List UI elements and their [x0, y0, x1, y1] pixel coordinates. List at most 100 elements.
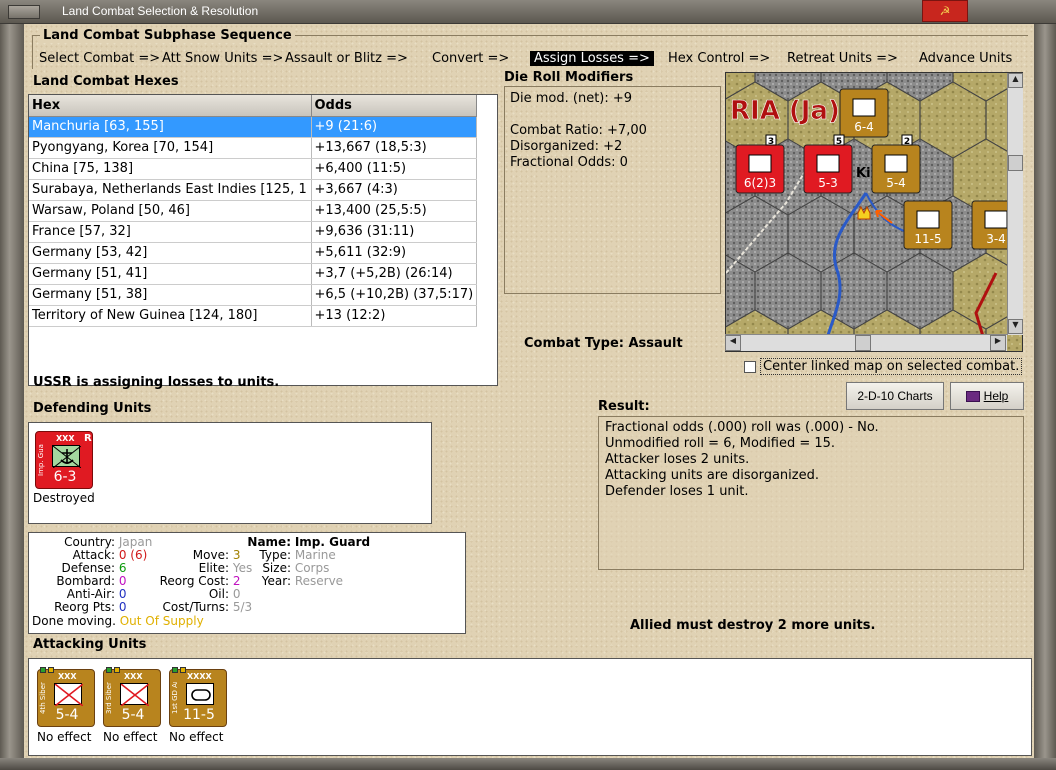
- hex-row[interactable]: Germany [53, 42] +5,611 (32:9): [29, 242, 477, 264]
- map-unit-strength: 5-3: [818, 176, 838, 190]
- subphase-title: Land Combat Subphase Sequence: [40, 28, 295, 43]
- scroll-right-icon[interactable]: ▶: [990, 335, 1006, 351]
- unit-size: XXXX: [187, 672, 212, 681]
- hex-cell[interactable]: France [57, 32]: [29, 221, 312, 243]
- col-hex[interactable]: Hex: [29, 95, 312, 117]
- map-unit-symbol-icon: [884, 154, 908, 173]
- map-unit-symbol-icon: [816, 154, 840, 173]
- map-canvas[interactable]: RIA (Ja) Ki 6-4 6(2)3 3 5-3 5 5-4 2 11-5 3-4: [726, 73, 1023, 352]
- die-mod-ratio: Combat Ratio: +7,00: [510, 123, 647, 138]
- map-unit-symbol-icon: [916, 210, 940, 229]
- hex-row[interactable]: Germany [51, 38] +6,5 (+10,2B) (37,5:17): [29, 284, 477, 306]
- status-text: USSR is assigning losses to units.: [33, 375, 280, 390]
- scroll-down-icon[interactable]: ▼: [1008, 319, 1023, 334]
- scroll-up-icon[interactable]: ▲: [1008, 73, 1023, 88]
- charts-button[interactable]: 2-D-10 Charts: [846, 382, 944, 410]
- unit-status-dots: [106, 662, 128, 673]
- die-mod-frac: Fractional Odds: 0: [510, 155, 628, 170]
- odds-cell[interactable]: +6,400 (11:5): [311, 158, 477, 180]
- map-vscroll[interactable]: ▲ ▼: [1007, 73, 1023, 335]
- map-stack-count: 2: [904, 137, 910, 147]
- hex-row[interactable]: Territory of New Guinea [124, 180] +13 (1…: [29, 305, 477, 327]
- odds-cell[interactable]: +13,400 (25,5:5): [311, 200, 477, 222]
- attacking-unit-counter[interactable]: XXX 4th Siberian 5-4: [37, 667, 95, 727]
- attacking-unit-counter[interactable]: XXXX 1st GD Arm 11-5: [169, 667, 227, 727]
- scroll-left-icon[interactable]: ◀: [725, 335, 741, 351]
- hex-row[interactable]: Manchuria [63, 155] +9 (21:6): [29, 116, 477, 138]
- hex-cell[interactable]: Warsaw, Poland [50, 46]: [29, 200, 312, 222]
- odds-cell[interactable]: +3,7 (+5,2B) (26:14): [311, 263, 477, 285]
- hex-row[interactable]: Germany [51, 41] +3,7 (+5,2B) (26:14): [29, 263, 477, 285]
- allied-message: Allied must destroy 2 more units.: [630, 618, 876, 633]
- result-line: Attacker loses 2 units.: [605, 452, 750, 467]
- hscroll-thumb[interactable]: [855, 335, 871, 351]
- info-done: Done moving.: [32, 614, 116, 628]
- map-unit-symbol-icon: [748, 154, 772, 173]
- step-assault-blitz: Assault or Blitz =>: [285, 51, 408, 66]
- unit-size: XXX: [124, 672, 143, 681]
- result-title: Result:: [598, 399, 650, 414]
- frame-bottom: [0, 758, 1056, 770]
- center-map-label[interactable]: Center linked map on selected combat.: [760, 358, 1023, 375]
- info-type: Marine: [294, 548, 336, 562]
- odds-cell[interactable]: +3,667 (4:3): [311, 179, 477, 201]
- hex-row[interactable]: Surabaya, Netherlands East Indies [125, …: [29, 179, 477, 201]
- defending-unit-counter[interactable]: XXX R Imp. Guard 6-3: [35, 431, 93, 489]
- hex-cell[interactable]: Germany [51, 41]: [29, 263, 312, 285]
- map-unit-strength: 3-4: [986, 232, 1006, 246]
- hex-row[interactable]: Pyongyang, Korea [70, 154] +13,667 (18,5:…: [29, 137, 477, 159]
- hex-cell[interactable]: China [75, 138]: [29, 158, 312, 180]
- hex-table[interactable]: Hex Odds Manchuria [63, 155] +9 (21:6) Pyo…: [28, 94, 498, 386]
- odds-cell[interactable]: +9 (21:6): [311, 116, 477, 138]
- info-cost-key: Cost/Turns:: [162, 600, 229, 614]
- map-stack-count: 3: [768, 137, 774, 147]
- odds-cell[interactable]: +5,611 (32:9): [311, 242, 477, 264]
- unit-strength: 5-4: [121, 707, 145, 723]
- die-mods-title: Die Roll Modifiers: [504, 70, 634, 85]
- hex-cell[interactable]: Manchuria [63, 155]: [29, 116, 312, 138]
- linked-map[interactable]: RIA (Ja) Ki 6-4 6(2)3 3 5-3 5 5-4 2 11-5 3-4: [725, 72, 1023, 352]
- col-odds[interactable]: Odds: [311, 95, 477, 117]
- help-button[interactable]: Help: [950, 382, 1024, 410]
- step-hex-control: Hex Control =>: [668, 51, 771, 66]
- hex-cell[interactable]: Territory of New Guinea [124, 180]: [29, 305, 312, 327]
- info-cost: 5/3: [232, 600, 253, 614]
- map-hscroll[interactable]: ◀ ▶: [725, 334, 1007, 351]
- step-advance-units: Advance Units: [919, 51, 1013, 66]
- hex-cell[interactable]: Germany [53, 42]: [29, 242, 312, 264]
- unit-status-dots: [172, 662, 194, 673]
- hex-cell[interactable]: Germany [51, 38]: [29, 284, 312, 306]
- odds-cell[interactable]: +13,667 (18,5:3): [311, 137, 477, 159]
- odds-cell[interactable]: +6,5 (+10,2B) (37,5:17): [311, 284, 477, 306]
- map-unit-symbol-icon: [852, 98, 876, 117]
- info-year: Reserve: [294, 574, 344, 588]
- die-mod-net: Die mod. (net): +9: [510, 91, 633, 106]
- unit-size: XXX: [56, 434, 75, 443]
- hex-row[interactable]: France [57, 32] +9,636 (31:11): [29, 221, 477, 243]
- title-bar[interactable]: Land Combat Selection & Resolution ☭: [0, 0, 1056, 24]
- result-line: Attacking units are disorganized.: [605, 468, 819, 483]
- die-mod-disorg: Disorganized: +2: [510, 139, 623, 154]
- map-unit-counter[interactable]: 6-4: [839, 88, 889, 138]
- hex-cell[interactable]: Pyongyang, Korea [70, 154]: [29, 137, 312, 159]
- map-unit-counter[interactable]: 11-5: [903, 200, 953, 250]
- defending-units-box: XXX R Imp. Guard 6-3 Destroyed: [28, 422, 432, 524]
- odds-cell[interactable]: +9,636 (31:11): [311, 221, 477, 243]
- map-region-label: RIA (Ja): [730, 96, 840, 126]
- close-button[interactable]: ☭: [922, 0, 968, 22]
- vscroll-thumb[interactable]: [1008, 155, 1023, 171]
- window-menu-icon[interactable]: [8, 5, 40, 19]
- center-map-checkbox[interactable]: [744, 361, 756, 373]
- info-reorgcost: 2: [232, 574, 241, 588]
- odds-cell[interactable]: +13 (12:2): [311, 305, 477, 327]
- unit-strength: 5-4: [55, 707, 79, 723]
- hex-row[interactable]: China [75, 138] +6,400 (11:5): [29, 158, 477, 180]
- armor-icon: [186, 683, 214, 705]
- info-move: 3: [232, 548, 241, 562]
- hex-cell[interactable]: Surabaya, Netherlands East Indies [125, …: [29, 179, 312, 201]
- attacking-unit-counter[interactable]: XXX 3rd Siberian 5-4: [103, 667, 161, 727]
- hex-row[interactable]: Warsaw, Poland [50, 46] +13,400 (25,5:5): [29, 200, 477, 222]
- info-name: Imp. Guard: [294, 535, 371, 549]
- unit-reserve-flag: R: [84, 433, 92, 444]
- attacking-unit-status: No effect: [103, 730, 158, 744]
